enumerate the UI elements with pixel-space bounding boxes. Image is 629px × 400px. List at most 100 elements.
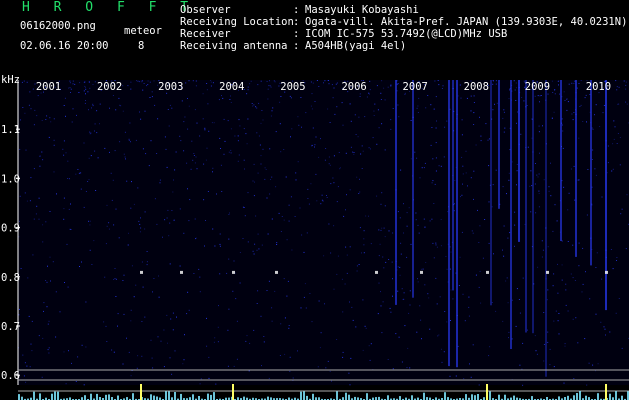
- noise-dot: [502, 117, 504, 119]
- noise-dot: [582, 247, 584, 249]
- noise-dot: [30, 177, 32, 179]
- noise-dot: [550, 162, 551, 164]
- noise-dot: [94, 81, 96, 83]
- meteor-streak: [518, 80, 520, 242]
- noise-dot: [390, 84, 392, 86]
- noise-dot: [286, 295, 288, 297]
- noise-dot: [555, 310, 557, 312]
- noise-dot: [93, 240, 95, 242]
- noise-dot: [275, 186, 277, 188]
- noise-dot: [210, 85, 212, 87]
- noise-dot: [333, 225, 335, 227]
- noise-dot: [279, 355, 281, 356]
- noise-dot: [369, 89, 371, 91]
- noise-dot: [530, 211, 532, 213]
- noise-dot: [508, 337, 509, 339]
- noise-dot: [49, 117, 51, 119]
- noise-dot: [150, 140, 152, 142]
- noise-dot: [281, 216, 283, 217]
- noise-dot: [616, 86, 618, 88]
- noise-dot: [440, 245, 442, 247]
- y-tick-label: 1.0: [1, 173, 20, 185]
- noise-dot: [228, 258, 230, 260]
- noise-dot: [236, 320, 238, 322]
- noise-dot: [516, 170, 518, 172]
- noise-dot: [548, 186, 550, 188]
- noise-dot: [229, 212, 230, 214]
- noise-dot: [502, 320, 504, 322]
- noise-dot: [551, 117, 553, 119]
- noise-dot: [333, 87, 335, 89]
- noise-dot: [244, 215, 246, 217]
- noise-dot: [106, 225, 108, 227]
- noise-dot: [392, 278, 393, 280]
- noise-dot: [71, 121, 73, 123]
- noise-dot: [41, 376, 43, 378]
- noise-dot: [42, 241, 44, 243]
- noise-dot: [279, 101, 281, 103]
- meteor-streak: [525, 80, 527, 333]
- noise-dot: [310, 105, 312, 107]
- noise-dot: [572, 277, 574, 279]
- noise-dot: [612, 168, 614, 170]
- noise-dot: [616, 89, 618, 91]
- noise-dot: [433, 203, 435, 204]
- noise-dot: [33, 218, 35, 220]
- noise-dot: [370, 343, 372, 345]
- noise-dot: [271, 218, 273, 220]
- noise-dot: [319, 347, 321, 349]
- noise-dot: [520, 133, 522, 135]
- noise-dot: [41, 151, 43, 153]
- noise-dot: [515, 82, 517, 84]
- noise-dot: [458, 285, 460, 286]
- noise-dot: [404, 325, 406, 327]
- noise-dot: [427, 95, 429, 96]
- noise-dot: [465, 172, 467, 174]
- noise-dot: [68, 350, 69, 352]
- noise-dot: [239, 282, 241, 284]
- noise-dot: [226, 272, 228, 274]
- noise-dot: [331, 380, 332, 382]
- noise-dot: [478, 242, 480, 243]
- noise-dot: [38, 197, 40, 199]
- noise-dot: [571, 113, 573, 115]
- noise-dot: [30, 108, 32, 110]
- noise-dot: [417, 278, 418, 280]
- noise-dot: [48, 320, 50, 322]
- noise-dot: [280, 231, 282, 232]
- noise-dot: [418, 97, 420, 99]
- noise-dot: [384, 99, 386, 101]
- noise-dot: [625, 81, 627, 83]
- noise-dot: [164, 136, 166, 138]
- noise-dot: [381, 332, 383, 334]
- noise-dot: [133, 203, 135, 205]
- noise-dot: [429, 220, 431, 222]
- noise-dot: [29, 91, 31, 93]
- noise-dot: [435, 244, 437, 246]
- noise-dot: [584, 338, 586, 340]
- noise-dot: [462, 183, 463, 185]
- noise-dot: [245, 340, 247, 342]
- noise-dot: [124, 131, 126, 133]
- noise-dot: [34, 109, 36, 111]
- noise-dot: [189, 199, 191, 201]
- noise-dot: [72, 108, 74, 110]
- noise-dot: [547, 93, 549, 95]
- noise-dot: [625, 248, 627, 250]
- noise-dot: [592, 149, 594, 151]
- meter-bar: [345, 392, 347, 400]
- noise-dot: [431, 218, 433, 220]
- noise-dot: [612, 143, 614, 145]
- noise-dot: [536, 353, 538, 355]
- noise-dot: [186, 162, 188, 164]
- noise-dot: [617, 103, 619, 105]
- noise-dot: [585, 271, 586, 273]
- noise-dot: [431, 127, 433, 128]
- noise-dot: [563, 186, 565, 188]
- noise-dot: [586, 384, 588, 386]
- noise-dot: [83, 90, 85, 92]
- y-tick-label: 0.6: [1, 370, 20, 382]
- noise-dot: [505, 280, 507, 282]
- noise-dot: [349, 384, 351, 386]
- noise-dot: [287, 280, 289, 282]
